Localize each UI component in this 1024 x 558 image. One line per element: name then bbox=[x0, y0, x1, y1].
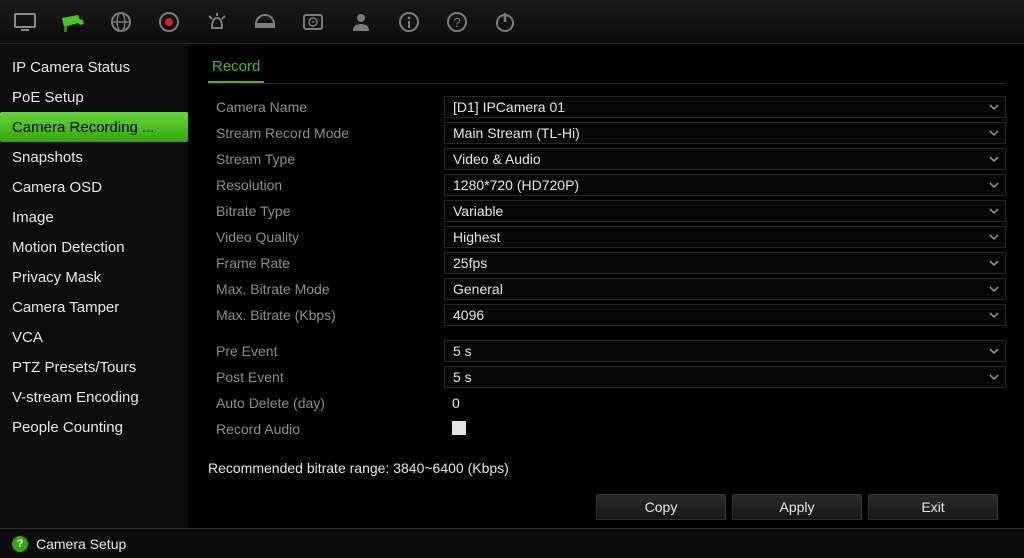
chevron-down-icon bbox=[989, 372, 999, 382]
toolbar-dome[interactable] bbox=[246, 5, 284, 39]
select-stream-record-mode[interactable]: Main Stream (TL-Hi) bbox=[444, 122, 1006, 144]
chevron-down-icon bbox=[989, 232, 999, 242]
toolbar-user[interactable] bbox=[342, 5, 380, 39]
chevron-down-icon bbox=[989, 102, 999, 112]
record-icon bbox=[156, 10, 182, 34]
value-pre-event: 5 s bbox=[453, 343, 472, 359]
dome-icon bbox=[252, 10, 278, 34]
label-max-bitrate-kbps: Max. Bitrate (Kbps) bbox=[208, 307, 444, 323]
value-max-bitrate-mode: General bbox=[453, 281, 503, 297]
status-bar: ? Camera Setup bbox=[0, 528, 1024, 558]
copy-button[interactable]: Copy bbox=[596, 494, 726, 520]
label-frame-rate: Frame Rate bbox=[208, 255, 444, 271]
camera-icon bbox=[60, 10, 86, 34]
sidebar-item-ptz-presets[interactable]: PTZ Presets/Tours bbox=[0, 352, 188, 382]
chevron-down-icon bbox=[989, 206, 999, 216]
checkbox-record-audio[interactable] bbox=[452, 421, 466, 435]
help-status-icon[interactable]: ? bbox=[12, 536, 28, 552]
sidebar-item-people-counting[interactable]: People Counting bbox=[0, 412, 188, 442]
sidebar-item-ip-camera-status[interactable]: IP Camera Status bbox=[0, 52, 188, 82]
toolbar-alarm[interactable] bbox=[198, 5, 236, 39]
sidebar-item-privacy-mask[interactable]: Privacy Mask bbox=[0, 262, 188, 292]
chevron-down-icon bbox=[989, 284, 999, 294]
label-auto-delete: Auto Delete (day) bbox=[208, 395, 444, 411]
value-stream-type: Video & Audio bbox=[453, 151, 541, 167]
select-bitrate-type[interactable]: Variable bbox=[444, 200, 1006, 222]
sidebar-item-camera-recording[interactable]: Camera Recording ... bbox=[0, 112, 188, 142]
select-video-quality[interactable]: Highest bbox=[444, 226, 1006, 248]
status-bar-label: Camera Setup bbox=[36, 536, 126, 552]
chevron-down-icon bbox=[989, 310, 999, 320]
value-video-quality: Highest bbox=[453, 229, 500, 245]
tab-bar: Record bbox=[208, 54, 1006, 84]
chevron-down-icon bbox=[989, 258, 999, 268]
power-icon bbox=[492, 10, 518, 34]
toolbar-monitor[interactable] bbox=[6, 5, 44, 39]
select-stream-type[interactable]: Video & Audio bbox=[444, 148, 1006, 170]
toolbar-hdd[interactable] bbox=[294, 5, 332, 39]
select-post-event[interactable]: 5 s bbox=[444, 366, 1006, 388]
label-bitrate-type: Bitrate Type bbox=[208, 203, 444, 219]
select-pre-event[interactable]: 5 s bbox=[444, 340, 1006, 362]
sidebar-item-camera-osd[interactable]: Camera OSD bbox=[0, 172, 188, 202]
hdd-icon bbox=[300, 10, 326, 34]
toolbar-power[interactable] bbox=[486, 5, 524, 39]
value-max-bitrate-kbps: 4096 bbox=[453, 307, 484, 323]
sidebar-item-camera-tamper[interactable]: Camera Tamper bbox=[0, 292, 188, 322]
value-auto-delete[interactable]: 0 bbox=[444, 395, 1006, 411]
tab-record[interactable]: Record bbox=[208, 54, 264, 83]
select-max-bitrate-kbps[interactable]: 4096 bbox=[444, 304, 1006, 326]
label-resolution: Resolution bbox=[208, 177, 444, 193]
select-max-bitrate-mode[interactable]: General bbox=[444, 278, 1006, 300]
label-record-audio: Record Audio bbox=[208, 421, 444, 437]
select-camera-name[interactable]: [D1] IPCamera 01 bbox=[444, 96, 1006, 118]
value-post-event: 5 s bbox=[453, 369, 472, 385]
label-stream-type: Stream Type bbox=[208, 151, 444, 167]
chevron-down-icon bbox=[989, 346, 999, 356]
value-bitrate-type: Variable bbox=[453, 203, 503, 219]
sidebar-item-vstream-encoding[interactable]: V-stream Encoding bbox=[0, 382, 188, 412]
user-icon bbox=[348, 10, 374, 34]
value-resolution: 1280*720 (HD720P) bbox=[453, 177, 579, 193]
sidebar: IP Camera Status PoE Setup Camera Record… bbox=[0, 44, 188, 528]
exit-button[interactable]: Exit bbox=[868, 494, 998, 520]
label-pre-event: Pre Event bbox=[208, 343, 444, 359]
monitor-icon bbox=[12, 10, 38, 34]
sidebar-item-image[interactable]: Image bbox=[0, 202, 188, 232]
label-post-event: Post Event bbox=[208, 369, 444, 385]
content-panel: Record Camera Name [D1] IPCamera 01 Stre… bbox=[188, 44, 1024, 528]
select-resolution[interactable]: 1280*720 (HD720P) bbox=[444, 174, 1006, 196]
value-stream-record-mode: Main Stream (TL-Hi) bbox=[453, 125, 580, 141]
sidebar-item-snapshots[interactable]: Snapshots bbox=[0, 142, 188, 172]
network-icon bbox=[108, 10, 134, 34]
value-frame-rate: 25fps bbox=[453, 255, 487, 271]
chevron-down-icon bbox=[989, 154, 999, 164]
button-bar: Copy Apply Exit bbox=[596, 494, 998, 520]
toolbar-camera[interactable] bbox=[54, 5, 92, 39]
label-stream-record-mode: Stream Record Mode bbox=[208, 125, 444, 141]
label-max-bitrate-mode: Max. Bitrate Mode bbox=[208, 281, 444, 297]
sidebar-item-vca[interactable]: VCA bbox=[0, 322, 188, 352]
chevron-down-icon bbox=[989, 180, 999, 190]
label-video-quality: Video Quality bbox=[208, 229, 444, 245]
apply-button[interactable]: Apply bbox=[732, 494, 862, 520]
toolbar-info[interactable] bbox=[390, 5, 428, 39]
value-camera-name: [D1] IPCamera 01 bbox=[453, 99, 565, 115]
help-icon: ? bbox=[444, 10, 470, 34]
alarm-icon bbox=[204, 10, 230, 34]
top-toolbar: ? bbox=[0, 0, 1024, 44]
toolbar-help[interactable]: ? bbox=[438, 5, 476, 39]
svg-text:?: ? bbox=[453, 15, 460, 30]
record-form: Camera Name [D1] IPCamera 01 Stream Reco… bbox=[208, 94, 1006, 442]
chevron-down-icon bbox=[989, 128, 999, 138]
toolbar-disc[interactable] bbox=[102, 5, 140, 39]
toolbar-record[interactable] bbox=[150, 5, 188, 39]
info-icon bbox=[396, 10, 422, 34]
select-frame-rate[interactable]: 25fps bbox=[444, 252, 1006, 274]
sidebar-item-motion-detection[interactable]: Motion Detection bbox=[0, 232, 188, 262]
sidebar-item-poe-setup[interactable]: PoE Setup bbox=[0, 82, 188, 112]
label-camera-name: Camera Name bbox=[208, 99, 444, 115]
recommended-bitrate-text: Recommended bitrate range: 3840~6400 (Kb… bbox=[208, 460, 1006, 476]
